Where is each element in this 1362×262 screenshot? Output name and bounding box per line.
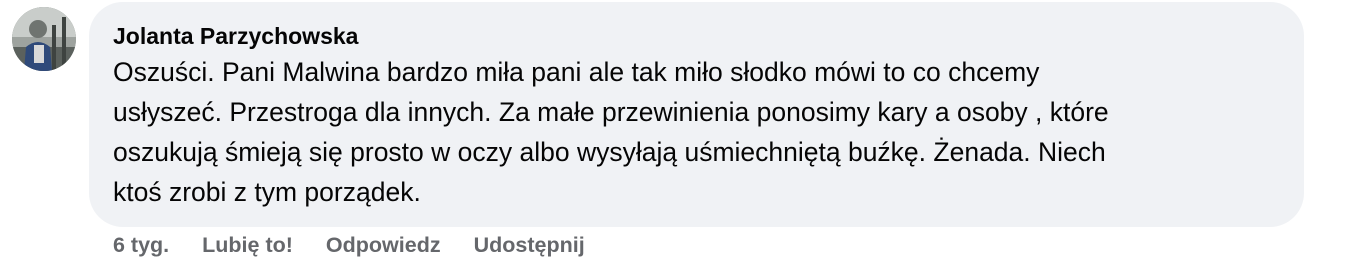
avatar[interactable] <box>12 7 76 71</box>
reply-button[interactable]: Odpowiedz <box>326 231 441 259</box>
comment-author[interactable]: Jolanta Parzychowska <box>113 22 1280 50</box>
avatar-photo <box>12 7 76 71</box>
comment-text: Oszuści. Pani Malwina bardzo miła pani a… <box>113 57 1109 207</box>
like-button[interactable]: Lubię to! <box>202 231 293 259</box>
comment: Jolanta Parzychowska Oszuści. Pani Malwi… <box>0 0 1362 262</box>
comment-actions: 6 tyg. Lubię to! Odpowiedz Udostępnij <box>113 231 618 259</box>
comment-timestamp[interactable]: 6 tyg. <box>113 231 169 259</box>
share-button[interactable]: Udostępnij <box>474 231 585 259</box>
comment-bubble: Jolanta Parzychowska Oszuści. Pani Malwi… <box>89 2 1304 227</box>
